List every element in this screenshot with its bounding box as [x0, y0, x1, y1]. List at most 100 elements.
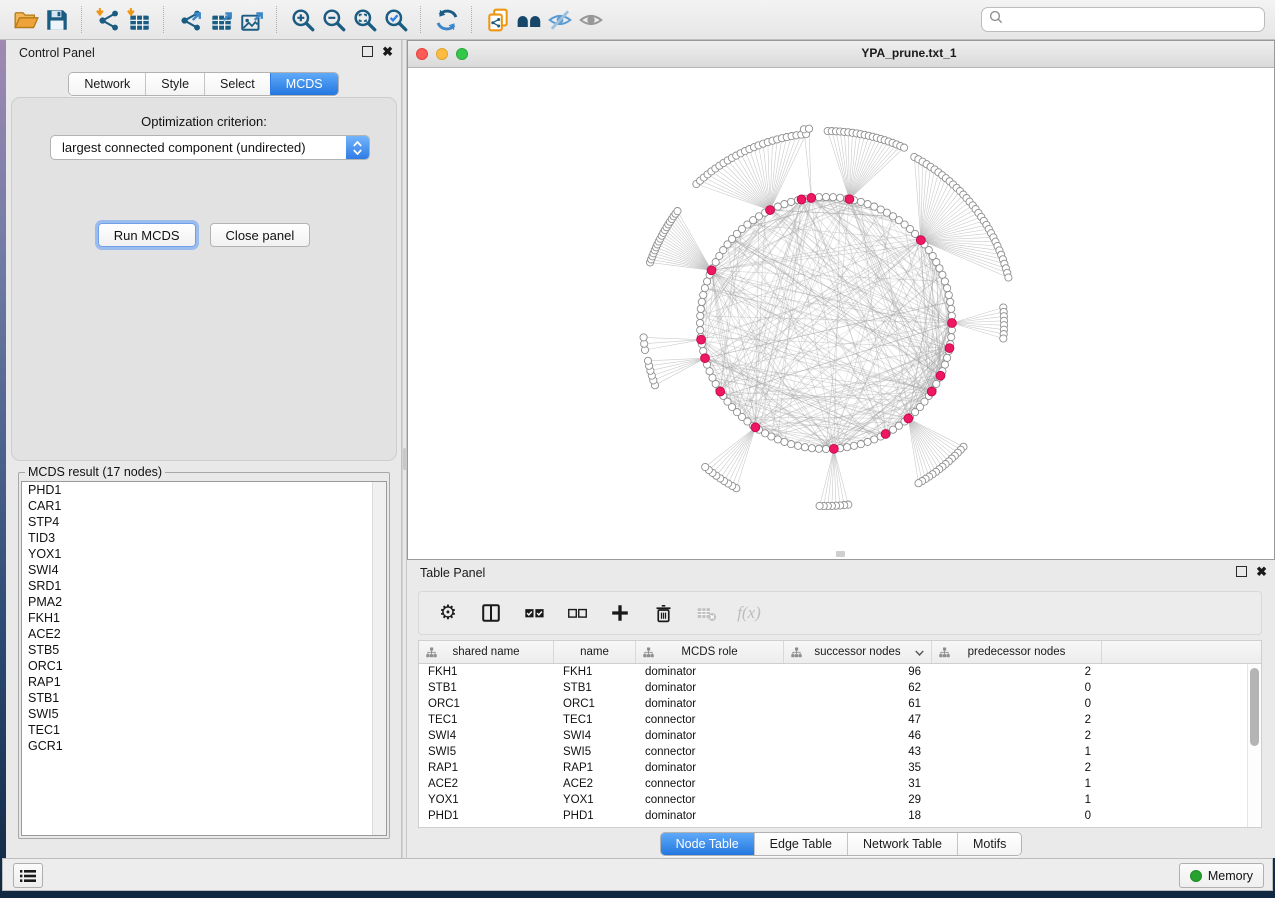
graph-node[interactable]: [948, 305, 955, 312]
table-row[interactable]: SWI5SWI5connector431: [419, 744, 1261, 760]
graph-node[interactable]: [830, 194, 837, 201]
table-cell[interactable]: connector: [636, 744, 784, 760]
graph-hub-node[interactable]: [766, 206, 775, 215]
window-maximize-icon[interactable]: [456, 48, 468, 60]
graph-satellite-node[interactable]: [1000, 335, 1007, 342]
graph-hub-node[interactable]: [948, 319, 957, 328]
graph-node[interactable]: [701, 285, 708, 292]
table-cell[interactable]: PHD1: [554, 808, 636, 824]
table-cell[interactable]: 1: [932, 792, 1102, 808]
column-header-predecessor-nodes[interactable]: predecessor nodes: [932, 641, 1102, 663]
table-cell[interactable]: RAP1: [554, 760, 636, 776]
table-cell[interactable]: SWI4: [554, 728, 636, 744]
table-cell[interactable]: SWI4: [419, 728, 554, 744]
graph-node[interactable]: [815, 194, 822, 201]
graph-satellite-node[interactable]: [901, 144, 908, 151]
mcds-result-item[interactable]: SWI5: [22, 706, 386, 722]
duplicate-network-button[interactable]: [482, 4, 513, 35]
table-cell[interactable]: connector: [636, 792, 784, 808]
float-table-panel-icon[interactable]: [1236, 566, 1247, 577]
graph-node[interactable]: [864, 201, 871, 208]
mcds-result-item[interactable]: TEC1: [22, 722, 386, 738]
table-cell[interactable]: 0: [932, 696, 1102, 712]
graph-hub-node[interactable]: [697, 335, 706, 344]
tab-mcds[interactable]: MCDS: [270, 73, 338, 95]
graph-node[interactable]: [808, 445, 815, 452]
graph-satellite-node[interactable]: [915, 480, 922, 487]
tab-edge-table[interactable]: Edge Table: [754, 833, 847, 855]
mcds-result-item[interactable]: PHD1: [22, 482, 386, 498]
graph-node[interactable]: [857, 441, 864, 448]
graph-node[interactable]: [871, 436, 878, 443]
graph-node[interactable]: [774, 203, 781, 210]
graph-hub-node[interactable]: [904, 414, 913, 423]
table-cell[interactable]: 2: [932, 728, 1102, 744]
mcds-result-item[interactable]: TID3: [22, 530, 386, 546]
tab-style[interactable]: Style: [145, 73, 204, 95]
graph-hub-node[interactable]: [797, 195, 806, 204]
table-cell[interactable]: SWI5: [554, 744, 636, 760]
graph-node[interactable]: [700, 291, 707, 298]
graph-node[interactable]: [941, 278, 948, 285]
graph-hub-node[interactable]: [917, 236, 926, 245]
table-cell[interactable]: TEC1: [554, 712, 636, 728]
first-neighbors-button[interactable]: [513, 4, 544, 35]
table-cell[interactable]: dominator: [636, 808, 784, 824]
mcds-result-item[interactable]: SRD1: [22, 578, 386, 594]
table-cell[interactable]: dominator: [636, 728, 784, 744]
table-cell[interactable]: 47: [784, 712, 932, 728]
graph-satellite-node[interactable]: [674, 208, 681, 215]
table-cell[interactable]: 43: [784, 744, 932, 760]
table-row[interactable]: ACE2ACE2connector311: [419, 776, 1261, 792]
task-history-button[interactable]: [13, 863, 43, 888]
table-cell[interactable]: STB1: [419, 680, 554, 696]
import-table-button[interactable]: [123, 4, 154, 35]
table-cell[interactable]: connector: [636, 712, 784, 728]
column-header-MCDS-role[interactable]: MCDS role: [636, 641, 784, 663]
import-network-button[interactable]: [92, 4, 123, 35]
show-hide-columns-button[interactable]: [478, 600, 504, 626]
graph-satellite-node[interactable]: [702, 463, 709, 470]
graph-hub-node[interactable]: [716, 387, 725, 396]
graph-hub-node[interactable]: [707, 266, 716, 275]
graph-node[interactable]: [788, 441, 795, 448]
table-cell[interactable]: YOX1: [419, 792, 554, 808]
table-cell[interactable]: SWI5: [419, 744, 554, 760]
table-cell[interactable]: dominator: [636, 680, 784, 696]
graph-node[interactable]: [837, 194, 844, 201]
graph-satellite-node[interactable]: [644, 357, 651, 364]
graph-node[interactable]: [844, 444, 851, 451]
table-cell[interactable]: 0: [932, 808, 1102, 824]
window-minimize-icon[interactable]: [436, 48, 448, 60]
table-cell[interactable]: 31: [784, 776, 932, 792]
graph-node[interactable]: [788, 198, 795, 205]
table-cell[interactable]: ACE2: [419, 776, 554, 792]
network-window-titlebar[interactable]: YPA_prune.txt_1: [408, 41, 1274, 68]
table-row[interactable]: SWI4SWI4dominator462: [419, 728, 1261, 744]
table-scrollbar[interactable]: [1247, 664, 1261, 827]
graph-node[interactable]: [706, 368, 713, 375]
graph-node[interactable]: [822, 445, 829, 452]
zoom-fit-button[interactable]: [349, 4, 380, 35]
graph-node[interactable]: [944, 354, 951, 361]
graph-node[interactable]: [944, 285, 951, 292]
export-table-button[interactable]: [205, 4, 236, 35]
delete-entries-button[interactable]: [650, 600, 676, 626]
open-file-button[interactable]: [10, 4, 41, 35]
table-scrollbar-thumb[interactable]: [1250, 668, 1259, 746]
refresh-layout-button[interactable]: [431, 4, 462, 35]
deselect-all-rows-button[interactable]: [564, 600, 590, 626]
network-graph[interactable]: [408, 68, 1274, 559]
column-header-shared-name[interactable]: shared name: [419, 641, 554, 663]
table-cell[interactable]: RAP1: [419, 760, 554, 776]
mcds-result-item[interactable]: PMA2: [22, 594, 386, 610]
table-cell[interactable]: ORC1: [554, 696, 636, 712]
mcds-result-item[interactable]: CAR1: [22, 498, 386, 514]
table-cell[interactable]: 62: [784, 680, 932, 696]
table-row[interactable]: RAP1RAP1dominator352: [419, 760, 1261, 776]
tab-select[interactable]: Select: [204, 73, 270, 95]
tab-motifs[interactable]: Motifs: [957, 833, 1021, 855]
graph-node[interactable]: [945, 291, 952, 298]
table-cell[interactable]: FKH1: [419, 664, 554, 680]
table-row[interactable]: STB1STB1dominator620: [419, 680, 1261, 696]
